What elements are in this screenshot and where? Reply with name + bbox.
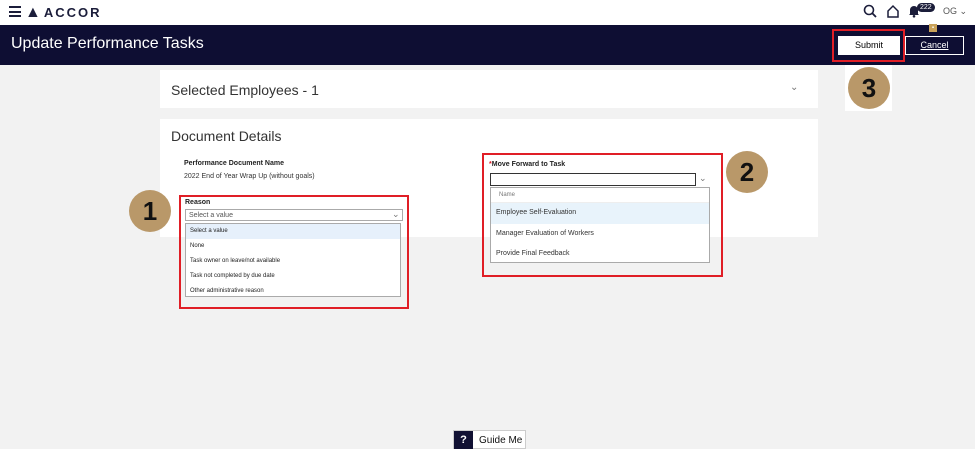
step-1-badge: 1 bbox=[129, 190, 171, 232]
home-icon[interactable] bbox=[886, 4, 900, 18]
document-details-title: Document Details bbox=[171, 128, 282, 144]
cancel-shortcut-badge-icon: ▪ bbox=[929, 24, 937, 32]
step-3-badge: 3 bbox=[848, 67, 890, 109]
page-title: Update Performance Tasks bbox=[11, 35, 204, 52]
accor-logo-mark: ▲ bbox=[25, 4, 41, 21]
move-forward-highlight bbox=[482, 153, 723, 277]
reason-highlight bbox=[179, 195, 409, 309]
submit-highlight bbox=[832, 29, 905, 62]
top-bar: ▲ ACCOR 222 OG ⌄ bbox=[0, 0, 975, 25]
page-header: Update Performance Tasks Submit Cancel bbox=[0, 25, 975, 65]
user-menu[interactable]: OG ⌄ bbox=[943, 6, 967, 17]
chevron-down-icon[interactable]: ⌄ bbox=[790, 82, 798, 93]
search-icon[interactable] bbox=[863, 4, 877, 18]
chevron-down-icon: ⌄ bbox=[959, 6, 968, 16]
step-2-badge: 2 bbox=[726, 151, 768, 193]
selected-employees-title: Selected Employees - 1 bbox=[171, 82, 319, 98]
cancel-button[interactable]: Cancel bbox=[905, 36, 964, 55]
document-name-label: Performance Document Name bbox=[184, 160, 284, 167]
notification-badge: 222 bbox=[917, 3, 935, 12]
guide-me-button[interactable]: ? Guide Me bbox=[453, 430, 526, 449]
help-icon: ? bbox=[454, 431, 473, 449]
accor-logo[interactable]: ▲ ACCOR bbox=[25, 4, 102, 22]
menu-icon[interactable] bbox=[9, 6, 21, 17]
document-name-value: 2022 End of Year Wrap Up (without goals) bbox=[184, 173, 315, 180]
guide-me-label: Guide Me bbox=[479, 435, 523, 446]
selected-employees-card[interactable]: Selected Employees - 1 ⌄ bbox=[160, 70, 818, 108]
user-initials: OG bbox=[943, 6, 958, 16]
